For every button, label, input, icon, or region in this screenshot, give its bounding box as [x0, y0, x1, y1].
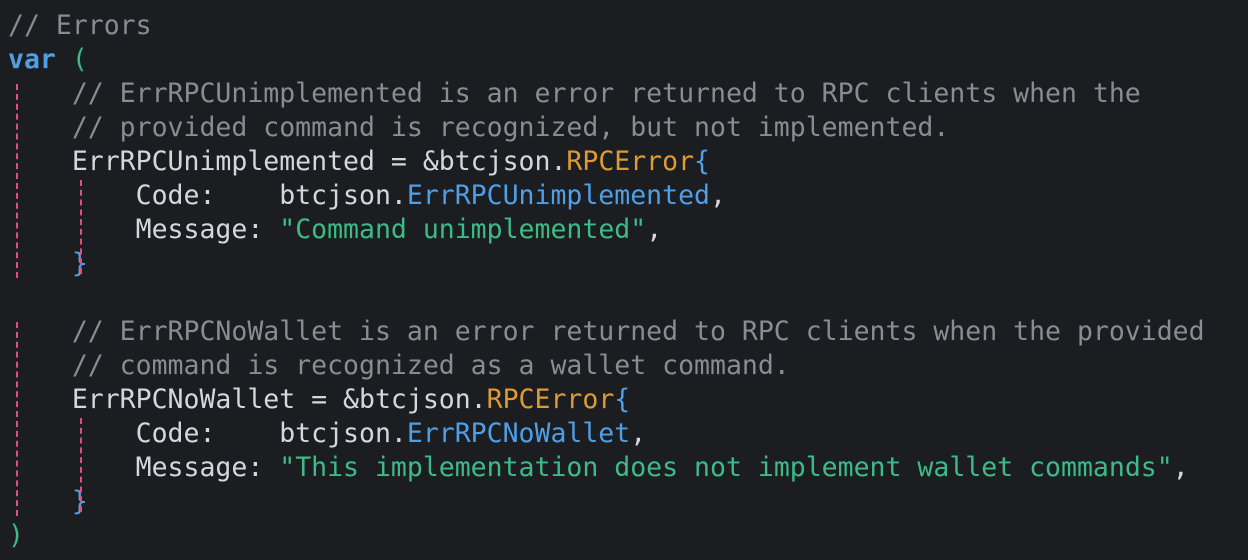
- code-line: // provided command is recognized, but n…: [8, 111, 950, 145]
- code-token: "This implementation does not implement …: [279, 452, 1173, 483]
- code-line: ): [8, 519, 24, 553]
- code-token: // ErrRPCNoWallet is an error returned t…: [8, 316, 1205, 347]
- code-token: ErrRPCUnimplemented = &btcjson.: [8, 146, 567, 177]
- code-token: // Errors: [8, 10, 152, 41]
- code-line: // ErrRPCUnimplemented is an error retur…: [8, 77, 1141, 111]
- code-token: // provided command is recognized, but n…: [8, 112, 950, 143]
- code-token: // ErrRPCUnimplemented is an error retur…: [8, 78, 1141, 109]
- code-line: Message: "Command unimplemented",: [8, 213, 663, 247]
- code-token: RPCError: [486, 384, 615, 415]
- code-token: (: [71, 44, 88, 75]
- code-token: ,: [1172, 452, 1189, 483]
- code-token: Message:: [8, 214, 280, 245]
- code-token: {: [614, 384, 631, 415]
- code-line: Code: btcjson.ErrRPCNoWallet,: [8, 417, 647, 451]
- code-token: "Command unimplemented": [279, 214, 647, 245]
- code-token: // command is recognized as a wallet com…: [8, 350, 790, 381]
- code-token: ErrRPCNoWallet = &btcjson.: [8, 384, 487, 415]
- code-line: ErrRPCUnimplemented = &btcjson.RPCError{: [8, 145, 710, 179]
- code-token: Code: btcjson.: [8, 418, 407, 449]
- code-token: var: [8, 44, 56, 75]
- code-line: var (: [8, 43, 88, 77]
- code-line: Code: btcjson.ErrRPCUnimplemented,: [8, 179, 726, 213]
- code-line: }: [8, 485, 88, 519]
- code-line: Message: "This implementation does not i…: [8, 451, 1189, 485]
- code-token: ErrRPCNoWallet: [406, 418, 631, 449]
- indent-guide-inner: [80, 180, 82, 274]
- code-line: }: [8, 247, 88, 281]
- code-line: // ErrRPCNoWallet is an error returned t…: [8, 315, 1205, 349]
- code-token: ,: [710, 180, 726, 211]
- code-token: Message:: [8, 452, 280, 483]
- indent-guide-outer: [16, 322, 18, 516]
- code-editor[interactable]: // Errors var ( // ErrRPCUnimplemented is…: [0, 0, 1248, 560]
- indent-guide-inner: [80, 418, 82, 512]
- code-line: // command is recognized as a wallet com…: [8, 349, 790, 383]
- code-token: {: [694, 146, 711, 177]
- code-token: ErrRPCUnimplemented: [406, 180, 710, 211]
- indent-guide-outer: [16, 84, 18, 278]
- code-token: Code: btcjson.: [8, 180, 407, 211]
- code-line: ErrRPCNoWallet = &btcjson.RPCError{: [8, 383, 630, 417]
- code-token: ,: [646, 214, 663, 245]
- code-line: // Errors: [8, 9, 152, 43]
- code-token: ): [8, 520, 24, 551]
- code-token: RPCError: [566, 146, 695, 177]
- code-token: ,: [630, 418, 647, 449]
